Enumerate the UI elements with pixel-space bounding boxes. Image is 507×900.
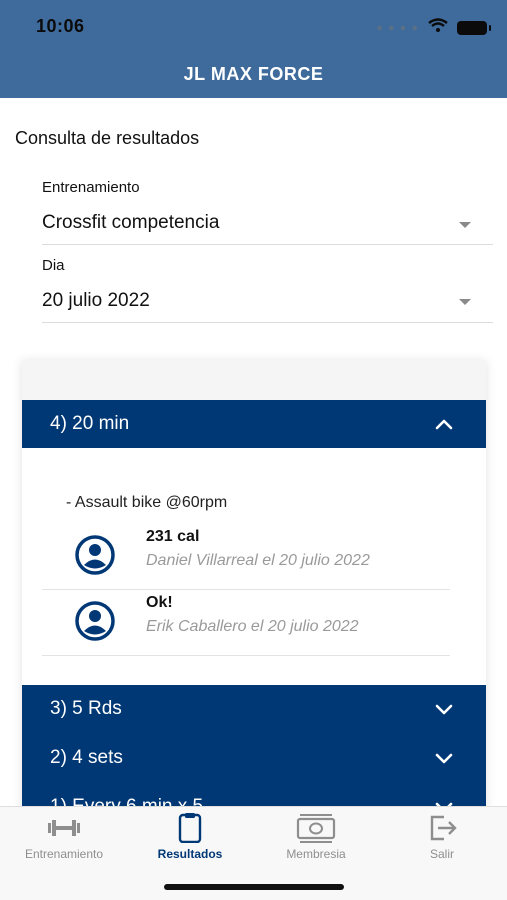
chevron-up-icon[interactable] <box>434 414 454 434</box>
wifi-icon <box>428 18 448 37</box>
section-header-collapsed[interactable]: 2) 4 sets <box>22 734 486 782</box>
status-time: 10:06 <box>36 16 85 36</box>
result-value: 231 cal <box>146 528 200 545</box>
money-icon[interactable] <box>296 813 336 843</box>
day-value[interactable]: 20 julio 2022 <box>42 290 150 312</box>
card-top <box>22 360 486 400</box>
section-title: 2) 4 sets <box>50 747 123 768</box>
tab-resultados[interactable]: Resultados <box>127 807 253 867</box>
clipboard-icon[interactable] <box>170 813 210 843</box>
results-card: 4) 20 min - Assault bike @60rpm 231 cal … <box>22 360 486 810</box>
section-title: 3) 5 Rds <box>50 698 122 719</box>
result-meta: Erik Caballero el 20 julio 2022 <box>146 618 359 635</box>
status-bar: 10:06 ● ● ● ● <box>0 0 507 50</box>
section-header-collapsed[interactable]: 3) 5 Rds <box>22 685 486 733</box>
tab-label: Salir <box>429 847 454 861</box>
day-dropdown-icon[interactable] <box>459 299 471 305</box>
logout-icon[interactable] <box>422 813 462 843</box>
training-underline <box>42 244 493 245</box>
tab-label: Resultados <box>157 847 223 861</box>
result-row: 231 cal Daniel Villarreal el 20 julio 20… <box>42 524 450 590</box>
page-title: Consulta de resultados <box>15 128 200 148</box>
result-row: Ok! Erik Caballero el 20 julio 2022 <box>42 590 450 656</box>
section-title: 4) 20 min <box>50 413 130 434</box>
home-indicator[interactable] <box>164 884 344 890</box>
training-label: Entrenamiento <box>42 179 140 196</box>
tab-label: Entrenamiento <box>24 847 104 861</box>
day-underline <box>42 322 493 323</box>
training-dropdown-icon[interactable] <box>459 222 471 228</box>
app-title: JL MAX FORCE <box>0 50 507 98</box>
training-value[interactable]: Crossfit competencia <box>42 212 219 234</box>
section-header-expanded[interactable]: 4) 20 min <box>22 400 486 448</box>
tab-entrenamiento[interactable]: Entrenamiento <box>1 807 127 867</box>
day-label: Dia <box>42 257 65 274</box>
status-icons: ● ● ● ● <box>376 18 491 37</box>
dumbbell-icon[interactable] <box>44 813 84 843</box>
exercise-name: - Assault bike @60rpm <box>66 494 228 511</box>
tab-membresia[interactable]: Membresia <box>253 807 379 867</box>
user-avatar-icon <box>74 600 116 642</box>
tab-salir[interactable]: Salir <box>379 807 505 867</box>
user-avatar-icon <box>74 534 116 576</box>
battery-icon <box>457 20 491 35</box>
tab-label: Membresia <box>286 847 346 861</box>
result-meta: Daniel Villarreal el 20 julio 2022 <box>146 552 370 569</box>
result-value: Ok! <box>146 594 173 611</box>
chevron-down-icon[interactable] <box>434 748 454 768</box>
collapsed-sections: 3) 5 Rds 2) 4 sets 1) Every 6 min x 5 <box>22 685 486 810</box>
dots-icon: ● ● ● ● <box>376 21 419 34</box>
chevron-down-icon[interactable] <box>434 699 454 719</box>
